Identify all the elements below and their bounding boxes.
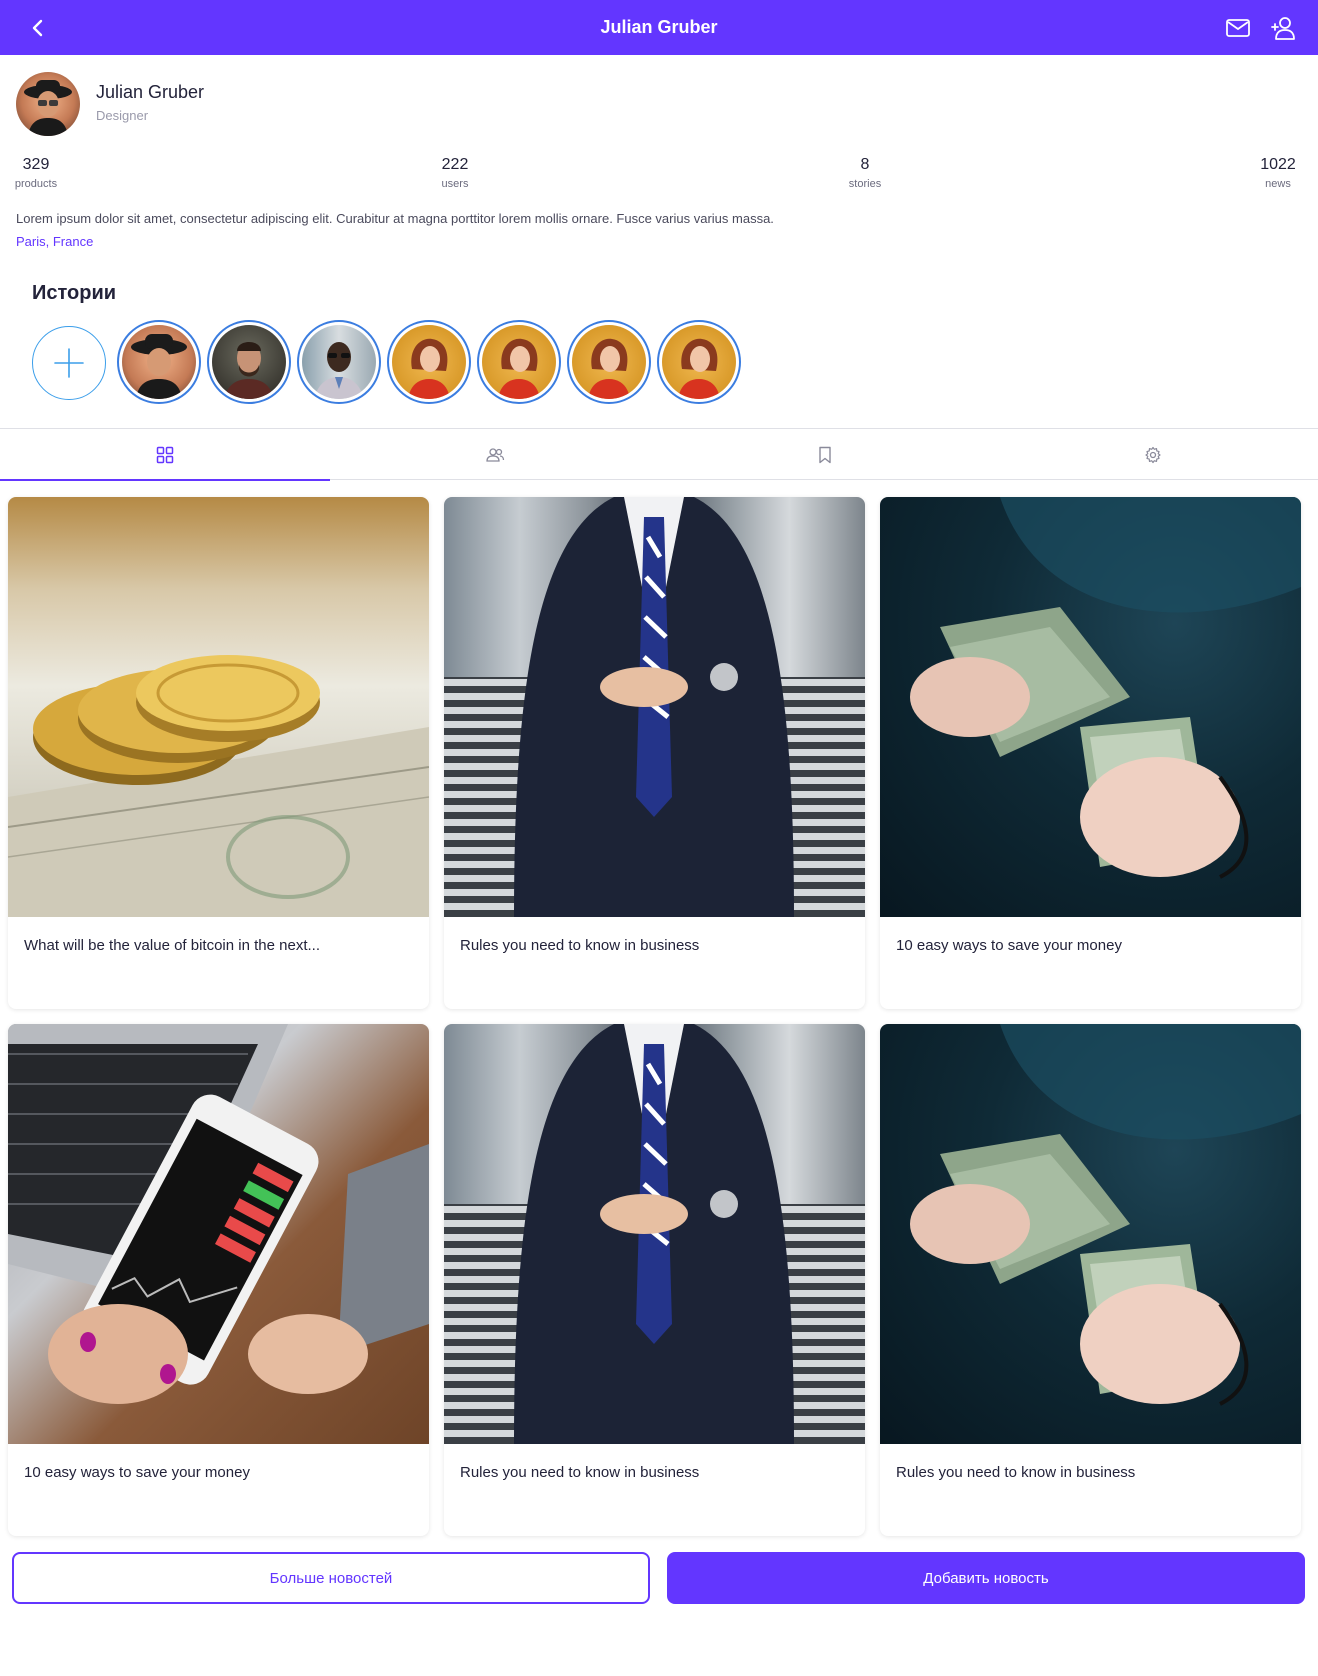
news-card-image xyxy=(444,497,865,917)
add-user-button[interactable] xyxy=(1268,12,1300,44)
bookmark-icon xyxy=(819,446,831,463)
news-card-image xyxy=(880,497,1301,917)
stat-users: 222 users xyxy=(415,156,495,190)
mail-button[interactable] xyxy=(1222,12,1254,44)
story-avatar xyxy=(572,325,646,399)
news-card-title: Rules you need to know in business xyxy=(896,1464,1136,1481)
tab-grid[interactable] xyxy=(0,429,330,481)
news-card-title: 10 easy ways to save your money xyxy=(896,937,1122,954)
stat-products: 329 products xyxy=(0,156,76,190)
stories-heading: Истории xyxy=(32,282,117,304)
grid-icon xyxy=(156,446,174,463)
story-avatar xyxy=(302,325,376,399)
profile-avatar xyxy=(16,72,80,136)
add-story-button[interactable] xyxy=(32,326,106,400)
profile-tabs xyxy=(0,428,1318,481)
news-card[interactable]: What will be the value of bitcoin in the… xyxy=(8,497,429,1009)
top-app-bar: Julian Gruber xyxy=(0,0,1318,55)
story-item[interactable] xyxy=(387,320,471,404)
news-card[interactable]: 10 easy ways to save your money xyxy=(8,1024,429,1536)
news-card-image xyxy=(444,1024,865,1444)
story-avatar xyxy=(662,325,736,399)
story-avatar xyxy=(122,325,196,399)
tab-settings[interactable] xyxy=(988,429,1318,480)
news-card-image xyxy=(8,497,429,917)
mail-icon xyxy=(1226,19,1250,37)
stat-label: users xyxy=(441,178,469,190)
add-news-button[interactable]: Добавить новость xyxy=(667,1552,1305,1604)
users-icon xyxy=(486,447,505,462)
news-card[interactable]: Rules you need to know in business xyxy=(444,497,865,1009)
news-card-image xyxy=(880,1024,1301,1444)
stat-label: news xyxy=(1265,178,1291,190)
news-card-title: What will be the value of bitcoin in the… xyxy=(24,937,320,954)
story-item[interactable] xyxy=(657,320,741,404)
profile-name: Julian Gruber xyxy=(96,82,205,102)
add-user-icon xyxy=(1271,17,1295,40)
stat-label: stories xyxy=(848,178,882,190)
stat-label: products xyxy=(14,178,58,190)
page-title: Julian Gruber xyxy=(600,17,718,37)
news-card[interactable]: Rules you need to know in business xyxy=(880,1024,1301,1536)
stat-value: 1022 xyxy=(1260,156,1296,173)
story-item[interactable] xyxy=(567,320,651,404)
more-news-button[interactable]: Больше новостей xyxy=(12,1552,650,1604)
stat-news: 1022 news xyxy=(1238,156,1318,190)
story-item[interactable] xyxy=(207,320,291,404)
story-avatar xyxy=(392,325,466,399)
stat-value: 329 xyxy=(22,156,50,173)
news-card-title: Rules you need to know in business xyxy=(460,1464,700,1481)
story-item[interactable] xyxy=(297,320,381,404)
news-card-title: Rules you need to know in business xyxy=(460,937,700,954)
news-card-title: 10 easy ways to save your money xyxy=(24,1464,250,1481)
profile-location-link[interactable]: Paris, France xyxy=(16,234,93,249)
profile-bio: Lorem ipsum dolor sit amet, consectetur … xyxy=(16,211,774,226)
settings-gear-icon xyxy=(1145,446,1161,463)
story-item[interactable] xyxy=(117,320,201,404)
news-card[interactable]: Rules you need to know in business xyxy=(444,1024,865,1536)
stat-value: 8 xyxy=(860,156,870,173)
story-avatar xyxy=(482,325,556,399)
tab-users[interactable] xyxy=(330,429,660,480)
news-card-image xyxy=(8,1024,429,1444)
stat-stories: 8 stories xyxy=(825,156,905,190)
tab-bookmarks[interactable] xyxy=(660,429,990,480)
story-avatar xyxy=(212,325,286,399)
plus-icon xyxy=(54,348,84,378)
news-card[interactable]: 10 easy ways to save your money xyxy=(880,497,1301,1009)
stat-value: 222 xyxy=(441,156,469,173)
profile-role: Designer xyxy=(96,108,149,123)
story-item[interactable] xyxy=(477,320,561,404)
